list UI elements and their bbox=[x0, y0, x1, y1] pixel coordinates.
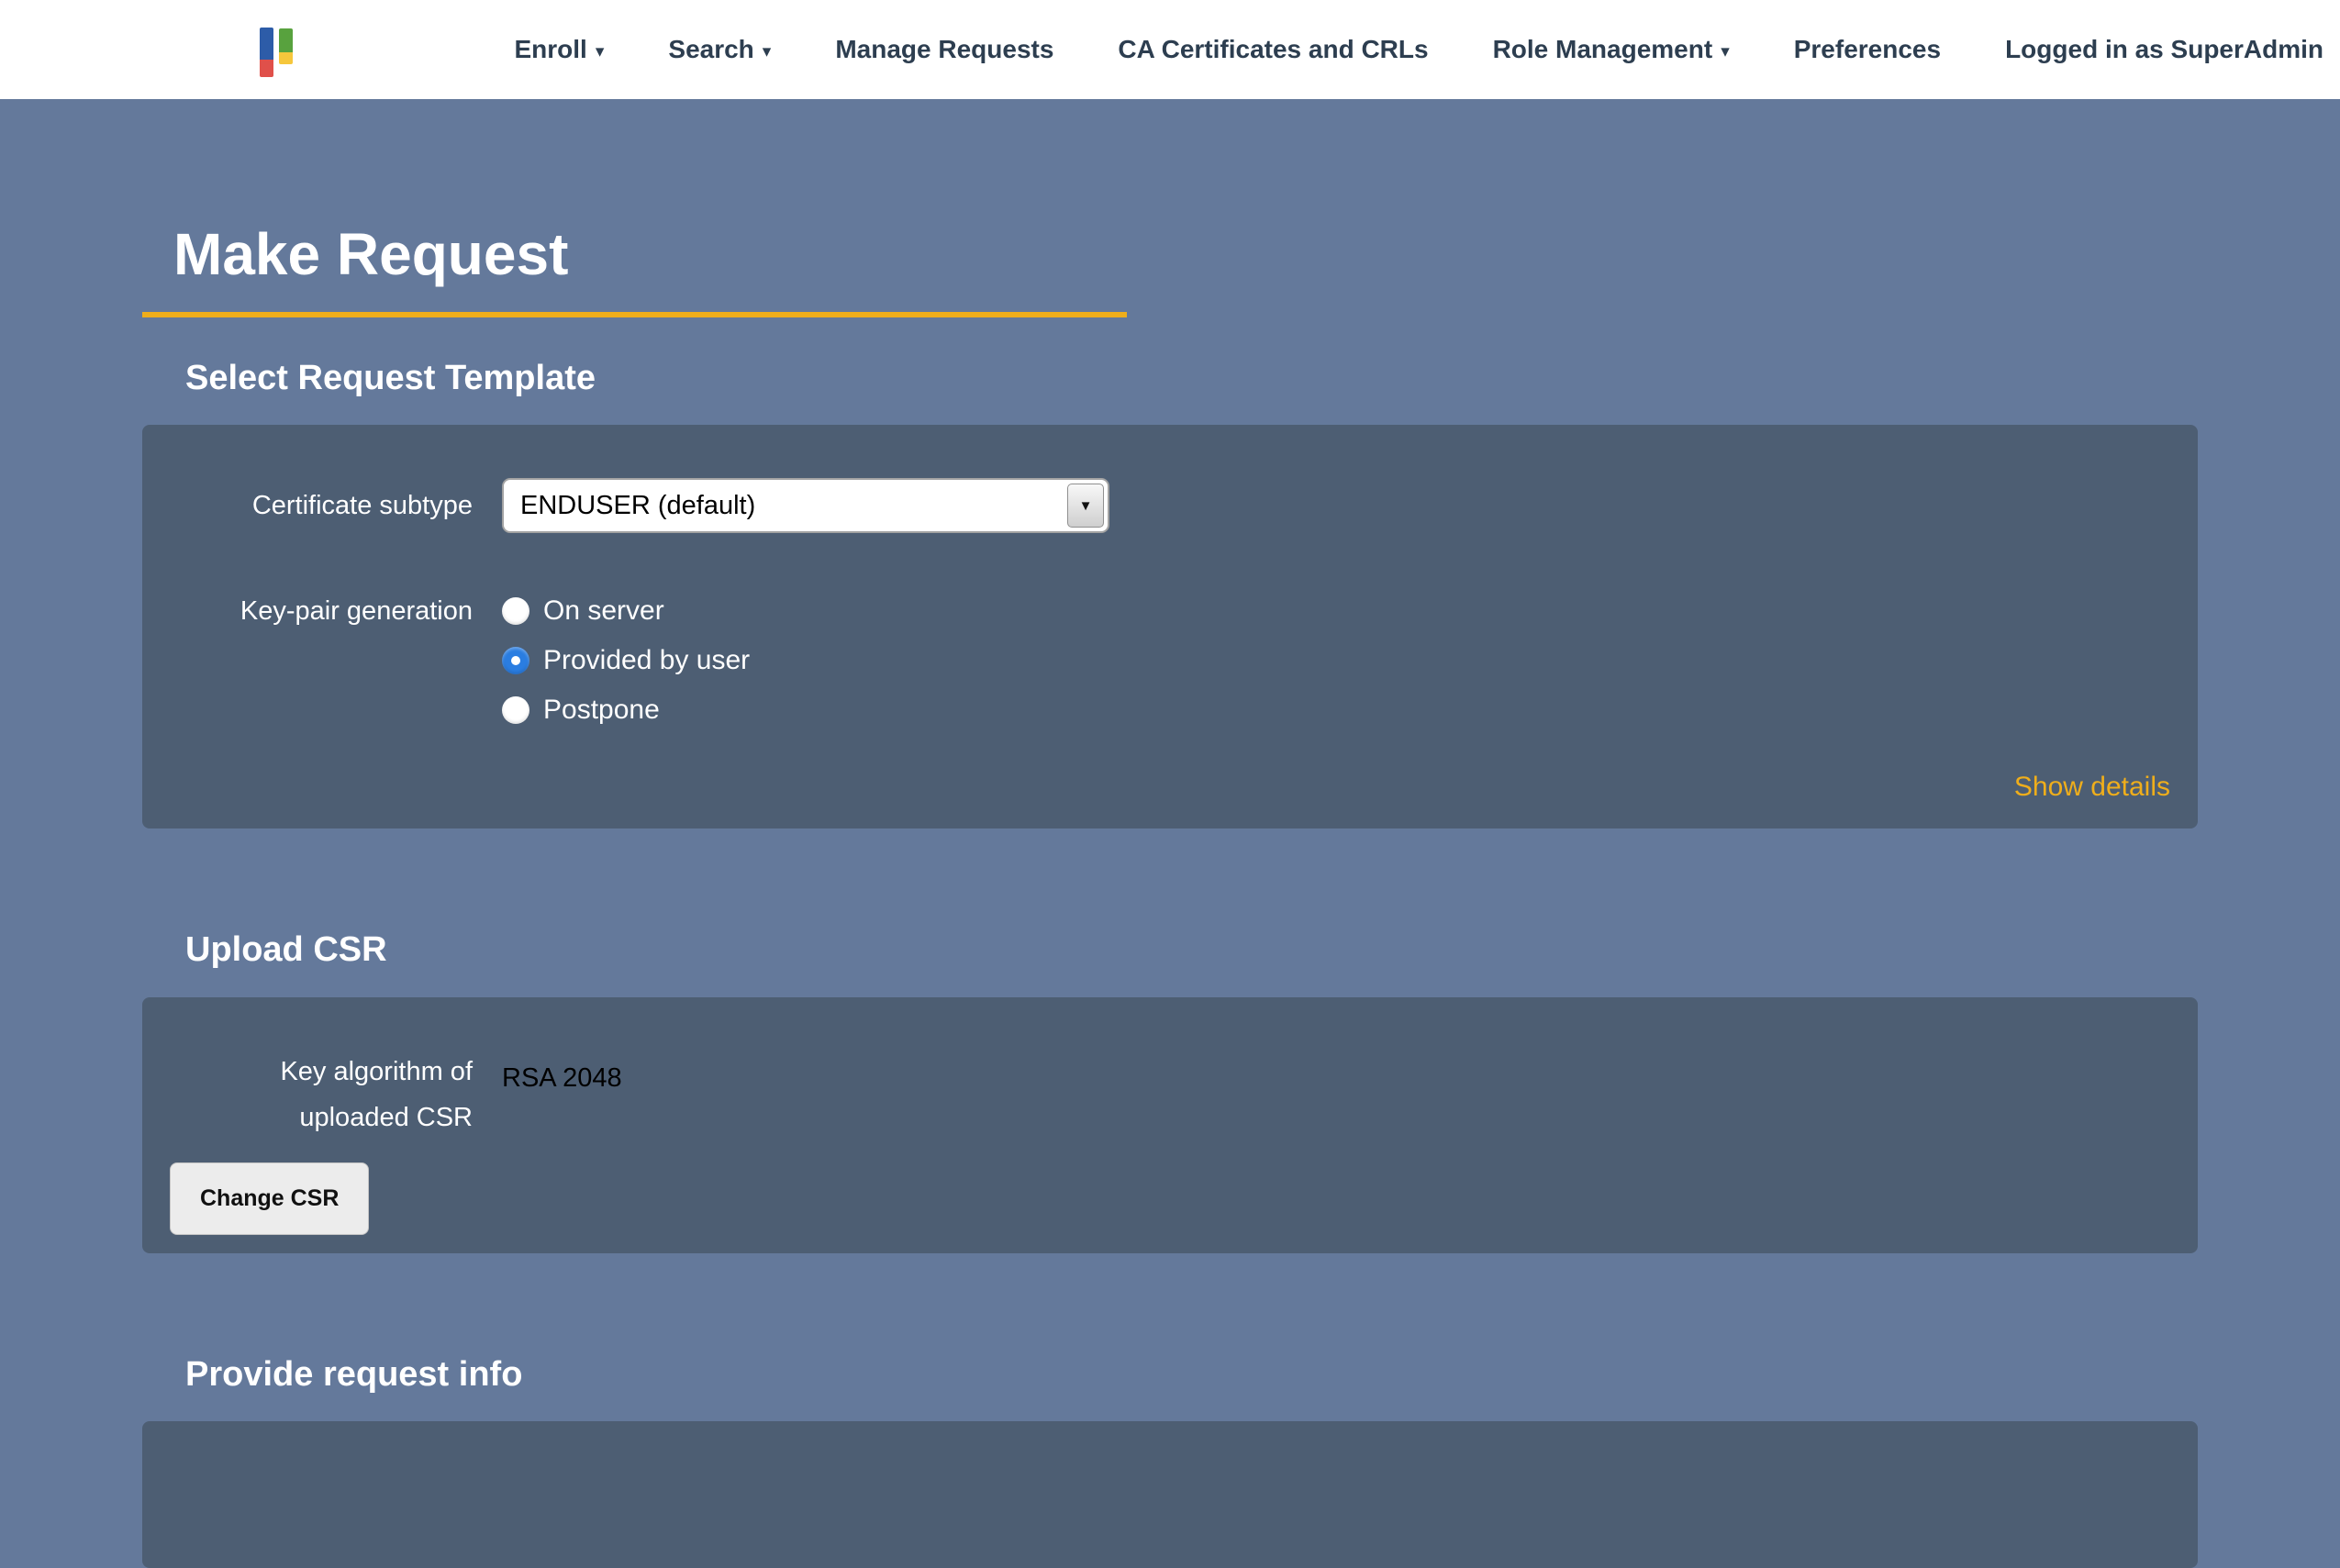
logo-bar-green bbox=[279, 28, 293, 52]
key-algorithm-label-line1: Key algorithm of bbox=[170, 1049, 473, 1095]
logo-bar-blue bbox=[260, 28, 273, 60]
radio-option-label: On server bbox=[543, 595, 664, 627]
nav-item-ca-certificates-and-crls[interactable]: CA Certificates and CRLs bbox=[1118, 35, 1428, 64]
logo-bar-yellow bbox=[279, 52, 293, 64]
show-details-link[interactable]: Show details bbox=[2014, 772, 2170, 802]
nav-item-preferences[interactable]: Preferences bbox=[1794, 35, 1941, 64]
radio-icon[interactable] bbox=[502, 597, 529, 625]
panel-footer: Show details bbox=[170, 772, 2170, 810]
chevron-down-icon: ▾ bbox=[596, 43, 605, 61]
page-title: Make Request bbox=[173, 222, 2198, 288]
section-heading-provide-request-info: Provide request info bbox=[185, 1354, 2198, 1396]
radio-option-label: Provided by user bbox=[543, 645, 750, 676]
logo-bar-red bbox=[260, 60, 273, 77]
logged-in-status-label: Logged in as SuperAdmin bbox=[2005, 35, 2323, 64]
upload-csr-section: Upload CSR Key algorithm of uploaded CSR… bbox=[142, 929, 2198, 1253]
certificate-subtype-selected-value: ENDUSER (default) bbox=[504, 491, 1108, 521]
radio-option-postpone[interactable]: Postpone bbox=[502, 685, 750, 735]
nav-item-label: Preferences bbox=[1794, 35, 1941, 64]
dropdown-arrow-icon[interactable]: ▼ bbox=[1067, 484, 1104, 528]
key-algorithm-row: Key algorithm of uploaded CSR RSA 2048 bbox=[170, 1049, 2170, 1140]
nav-item-label: Search bbox=[668, 35, 753, 64]
make-request-page: Make Request Select Request Template Cer… bbox=[0, 222, 2340, 1568]
certificate-subtype-select[interactable]: ENDUSER (default) ▼ bbox=[502, 478, 1109, 533]
title-underline bbox=[142, 312, 1127, 317]
radio-icon[interactable] bbox=[502, 696, 529, 724]
keypair-generation-options: On server Provided by user Postpone bbox=[502, 586, 750, 735]
top-nav: Enroll ▾ Search ▾ Manage Requests CA Cer… bbox=[0, 0, 2340, 99]
radio-icon[interactable] bbox=[502, 647, 529, 674]
keypair-generation-label: Key-pair generation bbox=[170, 586, 473, 636]
certificate-subtype-row: Certificate subtype ENDUSER (default) ▼ bbox=[170, 478, 2170, 533]
radio-option-on-server[interactable]: On server bbox=[502, 586, 750, 636]
certificate-subtype-label: Certificate subtype bbox=[170, 488, 473, 524]
key-algorithm-label-line2: uploaded CSR bbox=[170, 1095, 473, 1140]
section-heading-upload-csr: Upload CSR bbox=[185, 929, 2198, 972]
upload-csr-panel: Key algorithm of uploaded CSR RSA 2048 C… bbox=[142, 997, 2198, 1253]
request-info-panel bbox=[142, 1421, 2198, 1568]
keypair-generation-row: Key-pair generation On server Provided b… bbox=[170, 586, 2170, 735]
select-template-panel: Certificate subtype ENDUSER (default) ▼ … bbox=[142, 425, 2198, 828]
chevron-down-icon: ▾ bbox=[1721, 43, 1730, 61]
key-algorithm-label: Key algorithm of uploaded CSR bbox=[170, 1049, 473, 1140]
radio-option-label: Postpone bbox=[543, 695, 660, 726]
nav-item-label: CA Certificates and CRLs bbox=[1118, 35, 1428, 64]
provide-request-info-section: Provide request info bbox=[142, 1354, 2198, 1568]
section-heading-select-template: Select Request Template bbox=[185, 358, 2198, 400]
nav-item-enroll[interactable]: Enroll ▾ bbox=[515, 35, 605, 64]
nav-item-label: Manage Requests bbox=[835, 35, 1053, 64]
key-algorithm-value: RSA 2048 bbox=[502, 1049, 622, 1094]
app-logo[interactable] bbox=[260, 26, 293, 77]
chevron-down-icon: ▾ bbox=[763, 43, 772, 61]
nav-item-manage-requests[interactable]: Manage Requests bbox=[835, 35, 1053, 64]
logged-in-status: Logged in as SuperAdmin bbox=[2005, 35, 2323, 64]
change-csr-button[interactable]: Change CSR bbox=[170, 1162, 369, 1235]
nav-item-label: Role Management bbox=[1493, 35, 1713, 64]
radio-option-provided-by-user[interactable]: Provided by user bbox=[502, 636, 750, 685]
nav-item-label: Enroll bbox=[515, 35, 587, 64]
nav-item-search[interactable]: Search ▾ bbox=[668, 35, 771, 64]
nav-item-role-management[interactable]: Role Management ▾ bbox=[1493, 35, 1730, 64]
select-request-template-section: Select Request Template Certificate subt… bbox=[142, 358, 2198, 829]
